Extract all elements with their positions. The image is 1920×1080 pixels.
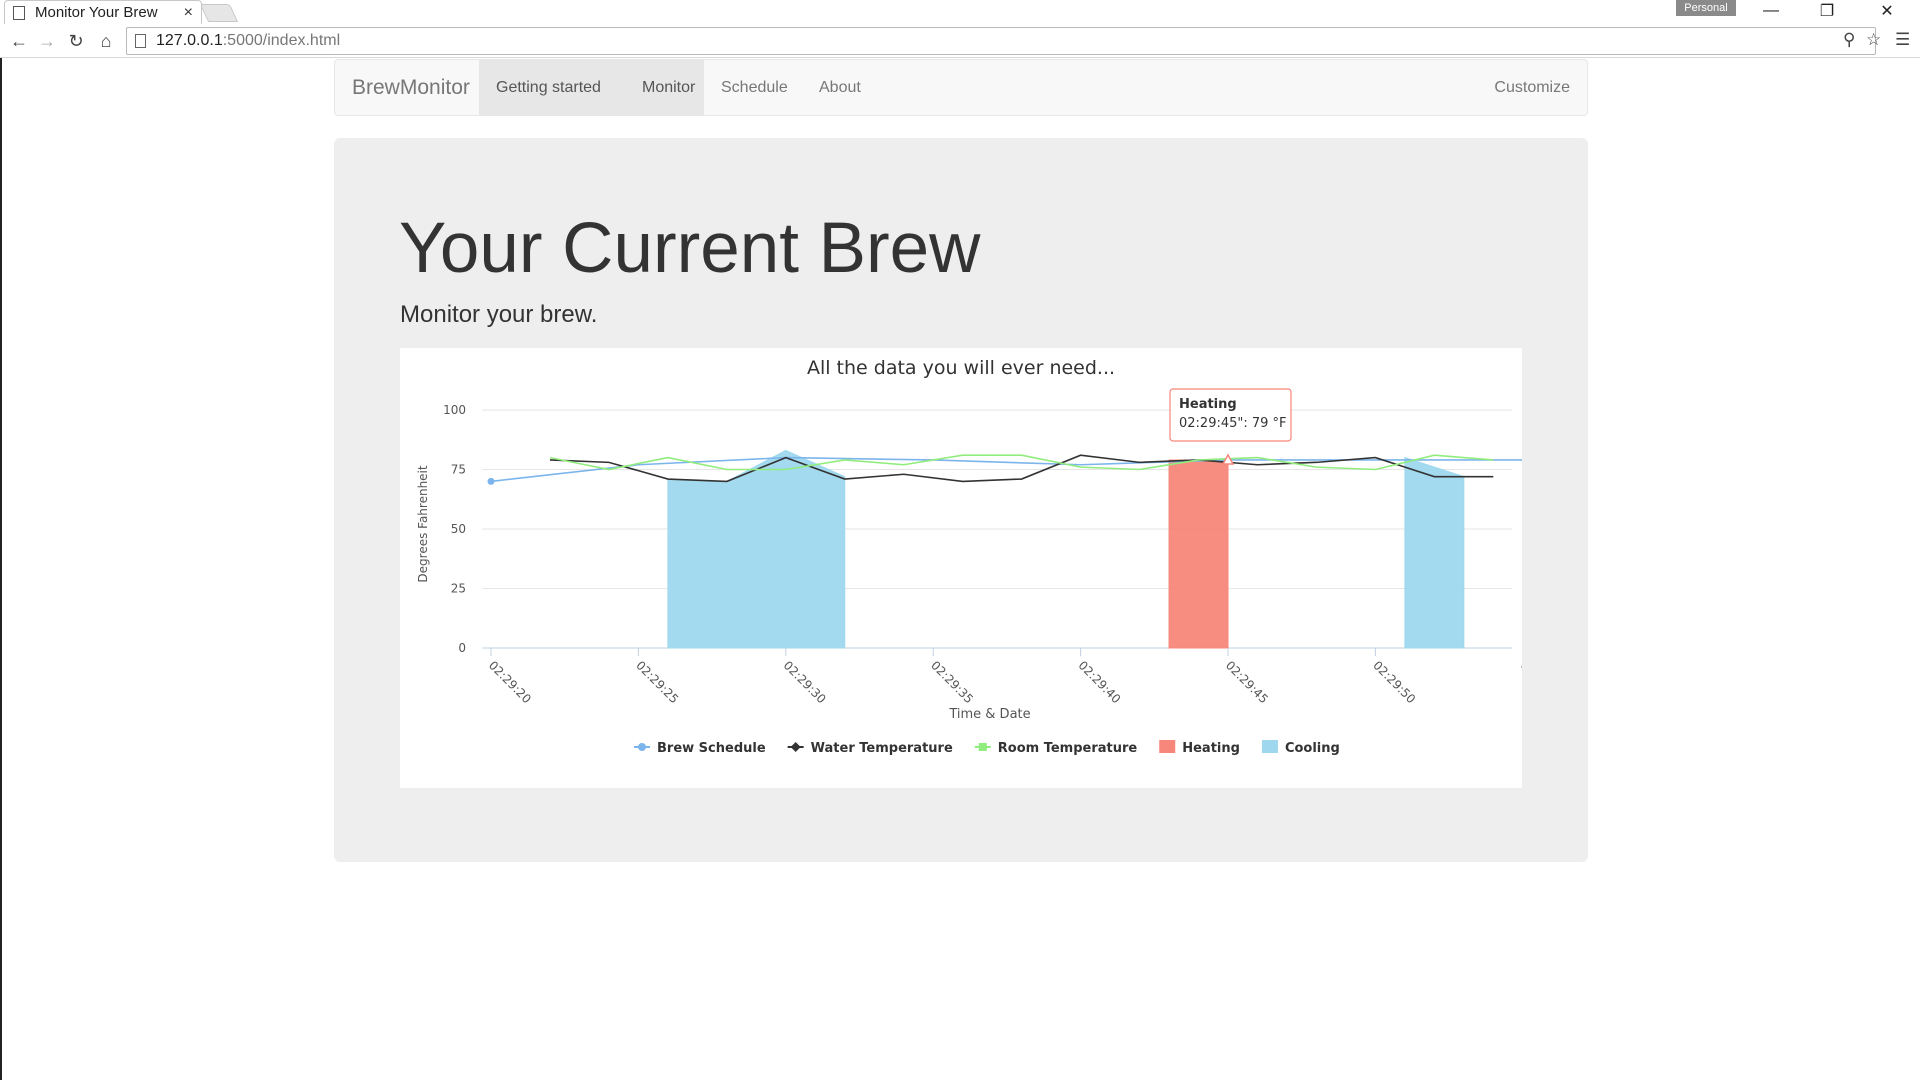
heating-area xyxy=(1168,459,1229,649)
zoom-icon[interactable]: ⚲ xyxy=(1843,30,1855,50)
legend-swatch-icon xyxy=(1159,740,1176,753)
jumbotron: Your Current Brew Monitor your brew. 0 25… xyxy=(334,138,1588,862)
legend-item-room-temperature[interactable]: Room Temperature xyxy=(974,741,1138,756)
nav-schedule[interactable]: Schedule xyxy=(704,60,805,115)
chart-card: 0 25 50 75 100 02:29:20 02:29:25 02:29:30 02:29:… xyxy=(400,348,1522,788)
window-edge xyxy=(0,58,2,1080)
x-tick-label: 02:29:30 xyxy=(781,658,829,706)
legend-label: Brew Schedule xyxy=(657,741,766,756)
chart-grid xyxy=(482,409,1512,649)
profile-badge[interactable]: Personal xyxy=(1676,0,1736,16)
tab-title: Monitor Your Brew xyxy=(35,4,158,21)
tooltip-value: 02:29:45": 79 °F xyxy=(1179,416,1287,431)
x-tick-label: 02:29:55 xyxy=(1518,658,1522,706)
nav-schedule-label: Schedule xyxy=(721,79,788,96)
menu-icon[interactable]: ☰ xyxy=(1895,30,1910,50)
legend-marker-icon xyxy=(978,743,987,751)
navbar: BrewMonitor Getting started Monitor Sche… xyxy=(334,59,1588,146)
nav-about[interactable]: About xyxy=(802,60,878,115)
nav-monitor[interactable]: Monitor xyxy=(625,60,704,115)
page-icon xyxy=(135,34,146,48)
y-axis-title: Degrees Fahrenheit xyxy=(416,465,430,582)
page-title: Your Current Brew xyxy=(399,209,981,288)
x-tick-label: 02:29:20 xyxy=(486,658,534,706)
legend-label: Water Temperature xyxy=(811,741,953,756)
x-tick-label: 02:29:35 xyxy=(928,658,976,706)
home-icon[interactable]: ⌂ xyxy=(93,28,119,54)
chart-areas xyxy=(667,449,1465,649)
address-bar[interactable]: 127.0.0.1:5000/index.html xyxy=(126,27,1876,55)
legend-label: Room Temperature xyxy=(998,741,1138,756)
url-host: 127.0.0.1 xyxy=(156,32,223,49)
close-icon[interactable]: × xyxy=(184,4,193,22)
browser-toolbar: ← → ↻ ⌂ 127.0.0.1:5000/index.html ⚲ ☆ ☰ xyxy=(0,24,1920,58)
nav-getting-started[interactable]: Getting started xyxy=(479,60,625,146)
nav-about-label: About xyxy=(819,79,861,96)
y-tick-label: 100 xyxy=(443,403,466,417)
chart-tooltip: Heating 02:29:45": 79 °F xyxy=(1169,388,1292,465)
x-tick-label: 02:29:50 xyxy=(1370,658,1418,706)
legend-item-cooling[interactable]: Cooling xyxy=(1261,740,1340,756)
legend-marker-icon xyxy=(638,743,646,751)
legend-marker-icon xyxy=(790,742,801,752)
back-arrow-icon[interactable]: ← xyxy=(6,28,32,54)
reload-icon[interactable]: ↻ xyxy=(63,28,89,54)
bookmark-star-icon[interactable]: ☆ xyxy=(1866,30,1881,50)
x-tick-label: 02:29:45 xyxy=(1223,658,1271,706)
x-tick-label: 02:29:40 xyxy=(1075,658,1123,706)
nav-customize[interactable]: Customize xyxy=(1477,60,1587,115)
legend-label: Heating xyxy=(1182,741,1240,756)
tooltip-series: Heating xyxy=(1179,397,1237,412)
window-close-icon[interactable]: ✕ xyxy=(1864,0,1910,22)
legend-item-water-temperature[interactable]: Water Temperature xyxy=(787,741,953,756)
navbar-brand[interactable]: BrewMonitor xyxy=(352,60,470,115)
y-tick-label: 25 xyxy=(451,582,466,596)
x-tick-label: 02:29:25 xyxy=(633,658,681,706)
brew-schedule-point xyxy=(487,477,495,485)
y-tick-label: 50 xyxy=(451,522,466,536)
legend-swatch-icon xyxy=(1261,740,1278,753)
legend-item-heating[interactable]: Heating xyxy=(1159,740,1240,756)
page-icon xyxy=(13,5,25,20)
chart-lines xyxy=(487,454,1522,485)
chart-title: All the data you will ever need... xyxy=(807,357,1115,379)
y-tick-label: 75 xyxy=(451,463,466,477)
forward-arrow-icon[interactable]: → xyxy=(34,28,60,54)
browser-titlebar: Monitor Your Brew × Personal — ❐ ✕ xyxy=(0,0,1920,24)
x-axis-title: Time & Date xyxy=(948,707,1030,722)
url-path: :5000/index.html xyxy=(222,32,341,49)
nav-monitor-label: Monitor xyxy=(642,79,696,96)
page-subtitle: Monitor your brew. xyxy=(400,301,598,328)
chart-axes: 0 25 50 75 100 02:29:20 02:29:25 02:29:30 02:29:… xyxy=(443,403,1522,706)
legend-item-brew-schedule[interactable]: Brew Schedule xyxy=(634,741,766,756)
nav-getting-started-label: Getting started xyxy=(496,79,601,96)
minimize-icon[interactable]: — xyxy=(1748,0,1794,22)
cooling-area xyxy=(1404,456,1465,649)
new-tab-button[interactable] xyxy=(199,4,239,22)
brew-chart[interactable]: 0 25 50 75 100 02:29:20 02:29:25 02:29:30 02:29:… xyxy=(400,348,1522,788)
y-tick-label: 0 xyxy=(458,641,466,655)
chart-legend[interactable]: Brew Schedule Water Temperature Room Tempe… xyxy=(634,740,1340,756)
restore-icon[interactable]: ❐ xyxy=(1804,0,1850,22)
browser-tab[interactable]: Monitor Your Brew × xyxy=(4,0,202,24)
nav-customize-label: Customize xyxy=(1494,79,1570,96)
legend-label: Cooling xyxy=(1285,741,1340,756)
